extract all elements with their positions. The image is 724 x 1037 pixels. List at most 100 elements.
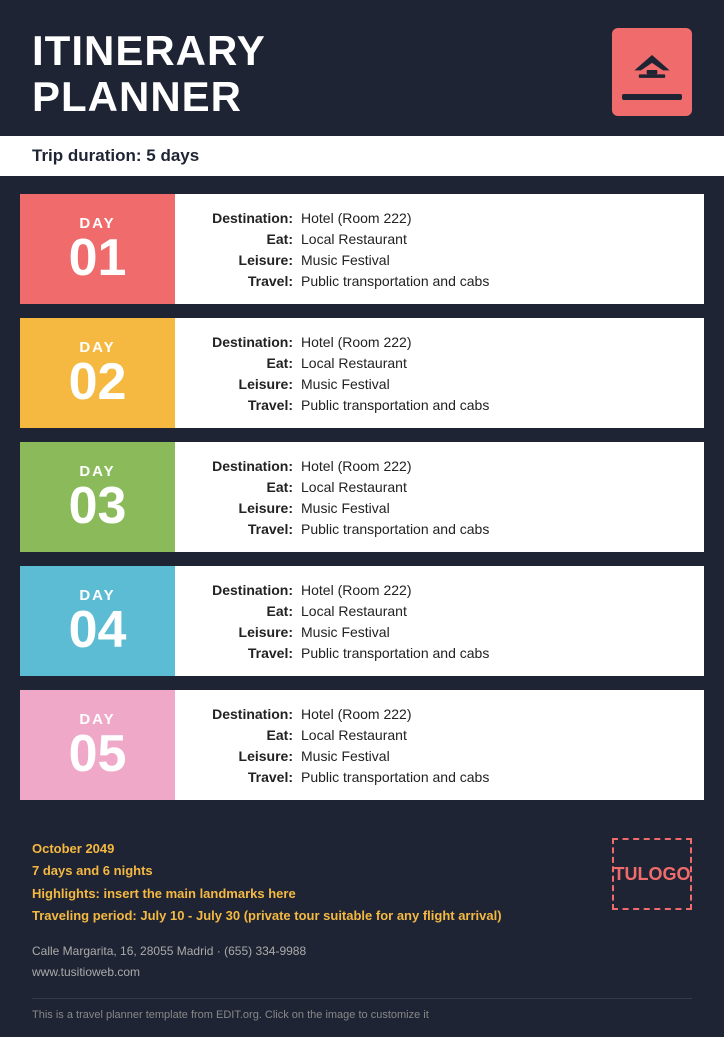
- day-card-05: DAY 05 Destination: Hotel (Room 222) Eat…: [20, 690, 704, 800]
- detail-destination-row-03: Destination: Hotel (Room 222): [193, 458, 686, 474]
- airplane-icon: [630, 44, 674, 88]
- trip-duration-bar: Trip duration: 5 days: [0, 136, 724, 176]
- travel-label-05: Travel:: [193, 769, 293, 785]
- destination-value-02: Hotel (Room 222): [301, 334, 412, 350]
- eat-value-04: Local Restaurant: [301, 603, 407, 619]
- day-details-03: Destination: Hotel (Room 222) Eat: Local…: [175, 442, 704, 552]
- logo-line2: LOGO: [638, 864, 691, 886]
- leisure-label-05: Leisure:: [193, 748, 293, 764]
- eat-label-05: Eat:: [193, 727, 293, 743]
- trip-duration-value: 5 days: [146, 146, 199, 165]
- day-details-04: Destination: Hotel (Room 222) Eat: Local…: [175, 566, 704, 676]
- destination-label-04: Destination:: [193, 582, 293, 598]
- eat-value-02: Local Restaurant: [301, 355, 407, 371]
- detail-eat-row-05: Eat: Local Restaurant: [193, 727, 686, 743]
- leisure-label-04: Leisure:: [193, 624, 293, 640]
- eat-value-01: Local Restaurant: [301, 231, 407, 247]
- app-title: ITINERARY PLANNER: [32, 28, 266, 120]
- detail-eat-row-03: Eat: Local Restaurant: [193, 479, 686, 495]
- detail-travel-row-02: Travel: Public transportation and cabs: [193, 397, 686, 413]
- footer: October 2049 7 days and 6 nights Highlig…: [0, 818, 724, 1037]
- day-label-04: DAY 04: [20, 566, 175, 676]
- trip-duration-label: Trip duration:: [32, 146, 142, 165]
- header: ITINERARY PLANNER: [0, 0, 724, 136]
- day-card-04: DAY 04 Destination: Hotel (Room 222) Eat…: [20, 566, 704, 676]
- leisure-value-01: Music Festival: [301, 252, 390, 268]
- day-label-02: DAY 02: [20, 318, 175, 428]
- travel-value-01: Public transportation and cabs: [301, 273, 489, 289]
- day-label-05: DAY 05: [20, 690, 175, 800]
- detail-leisure-row-05: Leisure: Music Festival: [193, 748, 686, 764]
- day-label-01: DAY 01: [20, 194, 175, 304]
- destination-label-01: Destination:: [193, 210, 293, 226]
- travel-value-02: Public transportation and cabs: [301, 397, 489, 413]
- footer-address: Calle Margarita, 16, 28055 Madrid · (655…: [32, 941, 592, 963]
- footer-website: www.tusitioweb.com: [32, 962, 592, 984]
- detail-travel-row-01: Travel: Public transportation and cabs: [193, 273, 686, 289]
- detail-destination-row-02: Destination: Hotel (Room 222): [193, 334, 686, 350]
- detail-destination-row-01: Destination: Hotel (Room 222): [193, 210, 686, 226]
- travel-label-02: Travel:: [193, 397, 293, 413]
- day-card-01: DAY 01 Destination: Hotel (Room 222) Eat…: [20, 194, 704, 304]
- eat-value-05: Local Restaurant: [301, 727, 407, 743]
- footer-logo: TU LOGO: [612, 838, 692, 910]
- eat-label-03: Eat:: [193, 479, 293, 495]
- footer-text: October 2049 7 days and 6 nights Highlig…: [32, 838, 592, 984]
- destination-value-04: Hotel (Room 222): [301, 582, 412, 598]
- day-card-02: DAY 02 Destination: Hotel (Room 222) Eat…: [20, 318, 704, 428]
- eat-label-01: Eat:: [193, 231, 293, 247]
- travel-label-01: Travel:: [193, 273, 293, 289]
- footer-date: October 2049: [32, 838, 592, 860]
- detail-travel-row-03: Travel: Public transportation and cabs: [193, 521, 686, 537]
- detail-leisure-row-02: Leisure: Music Festival: [193, 376, 686, 392]
- days-container: DAY 01 Destination: Hotel (Room 222) Eat…: [0, 176, 724, 818]
- day-number-03: 03: [69, 480, 127, 532]
- footer-nights: 7 days and 6 nights: [32, 860, 592, 882]
- footer-period: Traveling period: July 10 - July 30 (pri…: [32, 905, 592, 927]
- leisure-label-03: Leisure:: [193, 500, 293, 516]
- eat-label-04: Eat:: [193, 603, 293, 619]
- footer-highlights: October 2049 7 days and 6 nights Highlig…: [32, 838, 592, 926]
- leisure-value-05: Music Festival: [301, 748, 390, 764]
- leisure-label-02: Leisure:: [193, 376, 293, 392]
- footer-contact: Calle Margarita, 16, 28055 Madrid · (655…: [32, 941, 592, 984]
- day-number-02: 02: [69, 356, 127, 408]
- detail-leisure-row-01: Leisure: Music Festival: [193, 252, 686, 268]
- detail-eat-row-01: Eat: Local Restaurant: [193, 231, 686, 247]
- travel-value-05: Public transportation and cabs: [301, 769, 489, 785]
- detail-destination-row-05: Destination: Hotel (Room 222): [193, 706, 686, 722]
- eat-label-02: Eat:: [193, 355, 293, 371]
- detail-leisure-row-04: Leisure: Music Festival: [193, 624, 686, 640]
- detail-travel-row-05: Travel: Public transportation and cabs: [193, 769, 686, 785]
- detail-eat-row-04: Eat: Local Restaurant: [193, 603, 686, 619]
- airplane-passport-icon: [612, 28, 692, 116]
- leisure-label-01: Leisure:: [193, 252, 293, 268]
- destination-value-05: Hotel (Room 222): [301, 706, 412, 722]
- detail-travel-row-04: Travel: Public transportation and cabs: [193, 645, 686, 661]
- day-number-05: 05: [69, 728, 127, 780]
- detail-leisure-row-03: Leisure: Music Festival: [193, 500, 686, 516]
- book-decoration: [622, 94, 682, 100]
- leisure-value-03: Music Festival: [301, 500, 390, 516]
- leisure-value-04: Music Festival: [301, 624, 390, 640]
- destination-value-03: Hotel (Room 222): [301, 458, 412, 474]
- detail-destination-row-04: Destination: Hotel (Room 222): [193, 582, 686, 598]
- travel-label-04: Travel:: [193, 645, 293, 661]
- travel-value-04: Public transportation and cabs: [301, 645, 489, 661]
- destination-label-05: Destination:: [193, 706, 293, 722]
- eat-value-03: Local Restaurant: [301, 479, 407, 495]
- travel-label-03: Travel:: [193, 521, 293, 537]
- day-card-03: DAY 03 Destination: Hotel (Room 222) Eat…: [20, 442, 704, 552]
- destination-label-02: Destination:: [193, 334, 293, 350]
- leisure-value-02: Music Festival: [301, 376, 390, 392]
- destination-value-01: Hotel (Room 222): [301, 210, 412, 226]
- day-label-03: DAY 03: [20, 442, 175, 552]
- day-details-01: Destination: Hotel (Room 222) Eat: Local…: [175, 194, 704, 304]
- day-number-01: 01: [69, 232, 127, 284]
- detail-eat-row-02: Eat: Local Restaurant: [193, 355, 686, 371]
- destination-label-03: Destination:: [193, 458, 293, 474]
- travel-value-03: Public transportation and cabs: [301, 521, 489, 537]
- logo-line1: TU: [614, 864, 638, 886]
- footer-highlights-label: Highlights: insert the main landmarks he…: [32, 883, 592, 905]
- footer-disclaimer: This is a travel planner template from E…: [32, 998, 692, 1037]
